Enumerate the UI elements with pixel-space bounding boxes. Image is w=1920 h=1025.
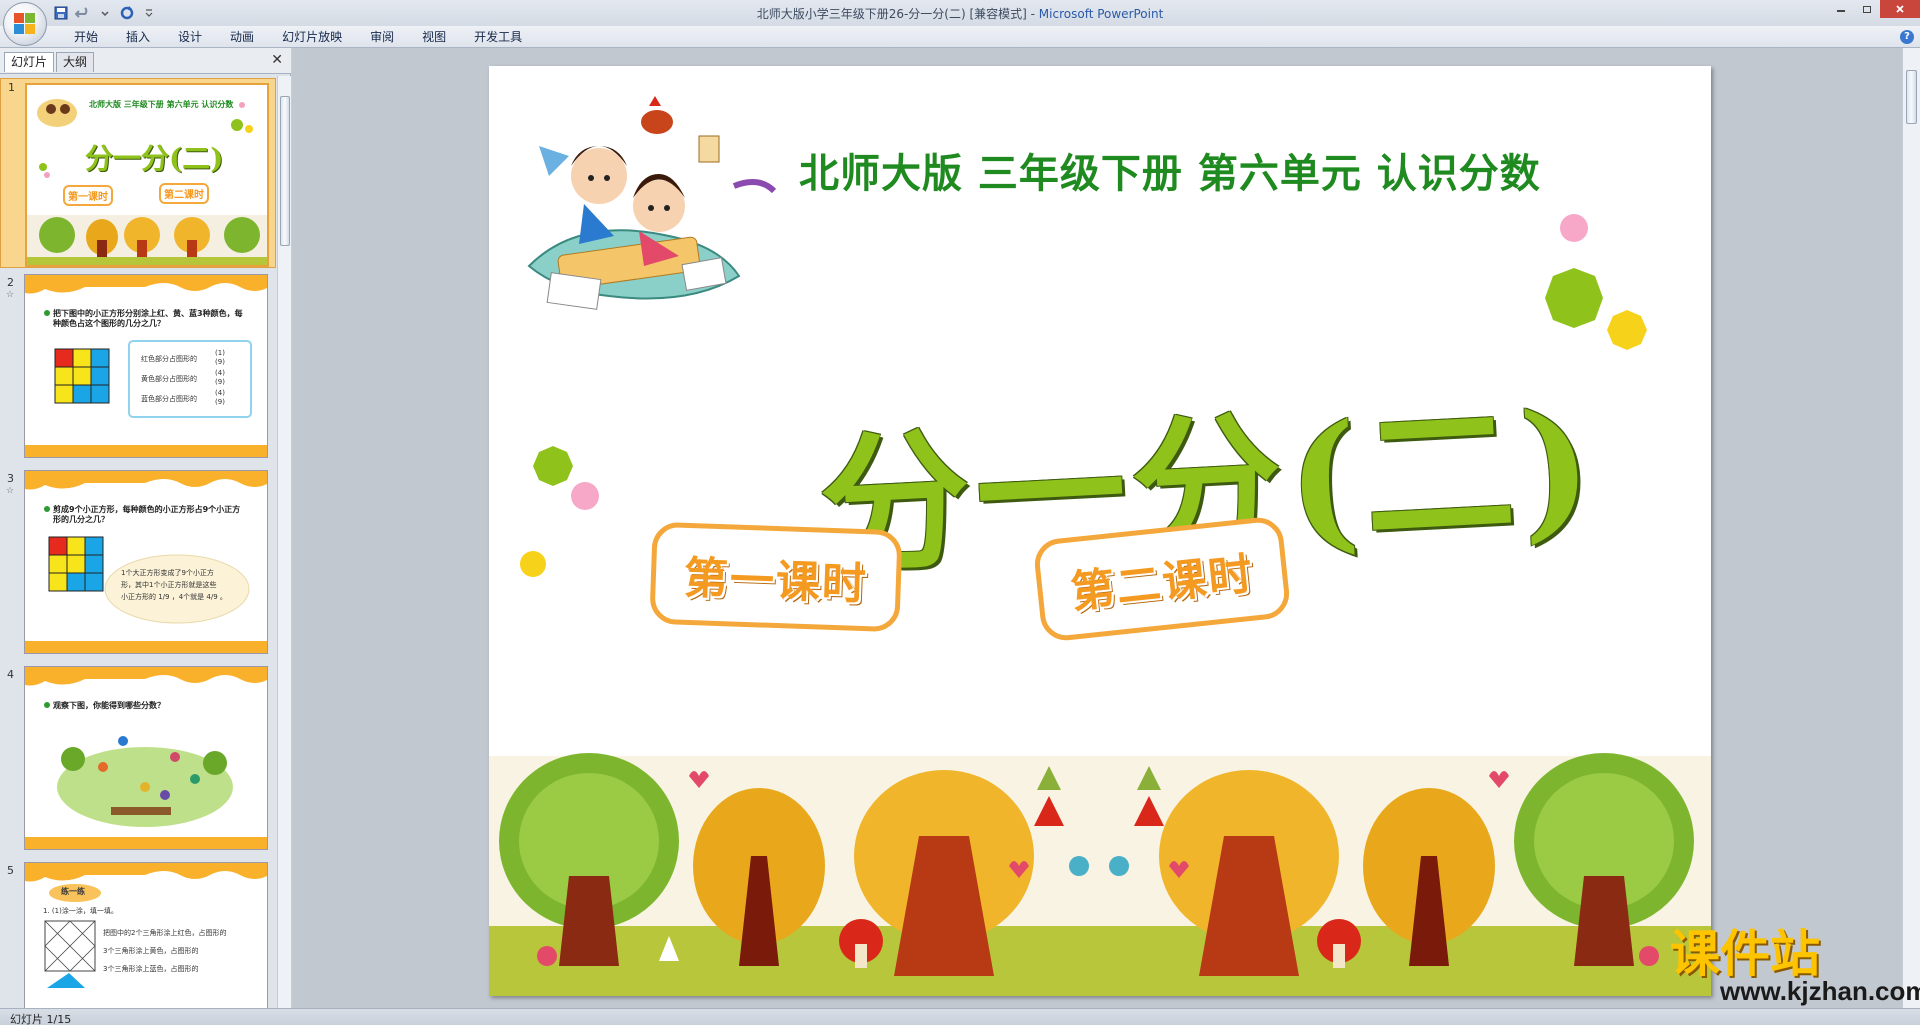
slide-scrollbar[interactable] — [1902, 48, 1920, 1010]
thumb-answer-2: 黄色部分占图形的 — [141, 375, 197, 383]
thumb-line-3: 3个三角形涂上黄色，占图形的 — [103, 947, 199, 955]
thumbnail-row[interactable]: 3 ☆ 剪成9个小正方形，每种颜色的小正方形占9个小正方形的几分之几？ 1个大正… — [0, 470, 276, 660]
thumb-badge: 练一练 — [61, 887, 85, 896]
close-button[interactable] — [1880, 0, 1920, 18]
thumb-fraction-2: (4) (9) — [215, 369, 225, 386]
slide-canvas[interactable]: 北师大版 三年级下册 第六单元 认识分数 分一分(二) 第一课时 第二课时 — [489, 66, 1711, 996]
tab-outline[interactable]: 大纲 — [56, 52, 95, 72]
thumbnail-row[interactable]: 1 北师大版 三年级下册 第六单元 认识分数 分一分(二) 第一课时 第二课时 — [0, 78, 276, 268]
slide-number: 2 — [7, 276, 14, 289]
tab-insert[interactable]: 插入 — [112, 29, 164, 45]
thumb-question: 观察下图，你能得到哪些分数？ — [53, 701, 165, 710]
thumb-answer-3: 蓝色部分占图形的 — [141, 395, 197, 403]
help-icon[interactable]: ? — [1900, 30, 1914, 44]
slide-header: 北师大版 三年级下册 第六单元 认识分数 — [799, 151, 1541, 197]
document-title: 北师大版小学三年级下册26-分一分(二) [兼容模式] - — [756, 7, 1039, 21]
lesson-one-button[interactable]: 第一课时 — [649, 521, 903, 633]
slide-thumbnail-5[interactable]: 练一练 1. (1)涂一涂，填一填。 把图中的2个三角形涂上红色，占图形的 3个… — [24, 862, 268, 1008]
slide-number: 3 — [7, 472, 14, 485]
thumb-bubble-line-1: 1个大正方形变成了9个小正方 — [121, 569, 214, 577]
slide-thumbnail-1[interactable]: 北师大版 三年级下册 第六单元 认识分数 分一分(二) 第一课时 第二课时 — [25, 83, 269, 267]
status-bar: 幻灯片 1/15 — [0, 1008, 1920, 1025]
lesson-two-label: 第二课时 — [1068, 548, 1257, 619]
thumb-line-1: 1. (1)涂一涂，填一填。 — [43, 907, 118, 915]
thumbnail-art — [25, 275, 267, 457]
tab-slideshow[interactable]: 幻灯片放映 — [268, 29, 356, 45]
kids-reading-illustration — [527, 96, 777, 310]
thumb-line-2: 把图中的2个三角形涂上红色，占图形的 — [103, 929, 227, 937]
thumb-question: 剪成9个小正方形，每种颜色的小正方形占9个小正方形的几分之几？ — [53, 505, 241, 524]
tab-animations[interactable]: 动画 — [216, 29, 268, 45]
slide-counter: 幻灯片 1/15 — [10, 1013, 72, 1025]
watermark-url: www.kjzhan.com — [1720, 976, 1920, 1006]
thumb-fraction-1: (1) (9) — [215, 349, 225, 366]
forest-illustration — [489, 753, 1711, 996]
window-controls — [1828, 0, 1920, 18]
lesson-one-label: 第一课时 — [683, 552, 869, 611]
office-logo-icon — [14, 13, 36, 35]
site-watermark: 课件站 www.kjzhan.com — [1670, 928, 1920, 1007]
thumb-chip-1: 第一课时 — [63, 185, 113, 206]
app-name: Microsoft PowerPoint — [1038, 7, 1164, 21]
slides-pane: 幻灯片 大纲 ✕ 1 北师大版 三年级下册 第六单元 认识分数 分一分(二) 第… — [0, 48, 291, 1010]
slide-thumbnail-3[interactable]: 剪成9个小正方形，每种颜色的小正方形占9个小正方形的几分之几？ 1个大正方形变成… — [24, 470, 268, 654]
tab-slides[interactable]: 幻灯片 — [4, 52, 55, 72]
thumb-header: 北师大版 三年级下册 第六单元 认识分数 — [89, 100, 234, 109]
window-title: 北师大版小学三年级下册26-分一分(二) [兼容模式] - Microsoft … — [0, 5, 1920, 22]
thumb-answer-1: 红色部分占图形的 — [141, 355, 197, 363]
tab-home[interactable]: 开始 — [60, 29, 112, 45]
slide-thumbnail-4[interactable]: 观察下图，你能得到哪些分数？ — [24, 666, 268, 850]
thumb-title: 分一分(二) — [85, 142, 224, 175]
thumbnail-list: 1 北师大版 三年级下册 第六单元 认识分数 分一分(二) 第一课时 第二课时 … — [0, 78, 276, 1008]
thumb-question: 把下图中的小正方形分别涂上红、黄、蓝3种颜色，每种颜色占这个图形的几分之几？ — [53, 309, 243, 328]
slide-number: 1 — [8, 81, 15, 94]
slide-thumbnail-2[interactable]: 把下图中的小正方形分别涂上红、黄、蓝3种颜色，每种颜色占这个图形的几分之几？ 红… — [24, 274, 268, 458]
tab-developer[interactable]: 开发工具 — [460, 29, 536, 45]
close-pane-icon[interactable]: ✕ — [271, 52, 283, 68]
thumbnail-row[interactable]: 4 观察下图，你能得到哪些分数？ — [0, 666, 276, 856]
animation-icon: ☆ — [6, 290, 15, 300]
tab-design[interactable]: 设计 — [164, 29, 216, 45]
ribbon: 开始 插入 设计 动画 幻灯片放映 审阅 视图 开发工具 ? — [0, 26, 1920, 48]
thumbnail-scrollbar[interactable] — [277, 76, 291, 1010]
animation-icon: ☆ — [6, 486, 15, 496]
scrollbar-thumb[interactable] — [280, 96, 290, 246]
thumbnail-art — [25, 667, 267, 849]
thumb-fraction-3: (4) (9) — [215, 389, 225, 406]
scrollbar-thumb[interactable] — [1906, 70, 1917, 124]
title-bar: 北师大版小学三年级下册26-分一分(二) [兼容模式] - Microsoft … — [0, 0, 1920, 26]
thumbnail-art — [25, 471, 267, 653]
thumb-bubble-line-2: 形，其中1个小正方形就是这些 — [121, 581, 217, 589]
slide-number: 5 — [7, 864, 14, 877]
thumb-bubble-line-3: 小正方形的 1/9 ，4个就是 4/9 。 — [121, 593, 227, 601]
watermark-cn: 课件站 — [1670, 925, 1820, 983]
tab-view[interactable]: 视图 — [408, 29, 460, 45]
pane-tabs: 幻灯片 大纲 ✕ — [0, 48, 291, 74]
thumbnail-row[interactable]: 2 ☆ 把下图中的小正方形分别涂上红、黄、蓝3种颜色，每种颜色占这个图形的几分之… — [0, 274, 276, 464]
tab-review[interactable]: 审阅 — [356, 29, 408, 45]
thumb-chip-2: 第二课时 — [159, 183, 209, 204]
restore-button[interactable] — [1854, 0, 1880, 18]
minimize-button[interactable] — [1828, 0, 1854, 18]
office-button[interactable] — [3, 2, 47, 46]
thumb-line-4: 3个三角形涂上蓝色，占图形的 — [103, 965, 199, 973]
ribbon-tabs: 开始 插入 设计 动画 幻灯片放映 审阅 视图 开发工具 — [60, 29, 536, 45]
slide-number: 4 — [7, 668, 14, 681]
thumbnail-row[interactable]: 5 练一练 1. (1)涂一涂，填一填。 把图中的2个三角形涂上红色，占图形的 … — [0, 862, 276, 1008]
slide-workspace: 北师大版 三年级下册 第六单元 认识分数 分一分(二) 第一课时 第二课时 — [292, 48, 1902, 1010]
